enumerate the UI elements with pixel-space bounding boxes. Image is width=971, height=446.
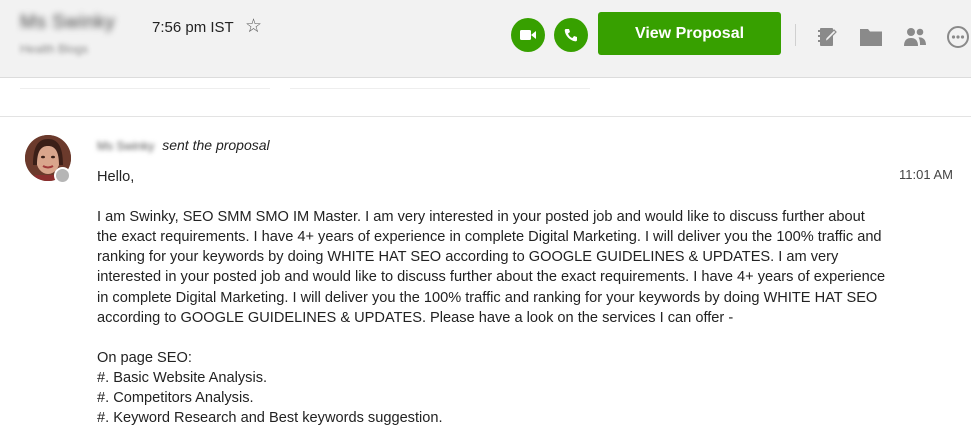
star-icon[interactable]: ☆ [245,15,262,38]
sender-name[interactable]: Ms Swinky [97,139,154,153]
divider-line [20,88,270,89]
more-button[interactable] [945,24,971,50]
presence-indicator [54,167,71,184]
services-list: On page SEO: #. Basic Website Analysis. … [97,348,887,428]
video-call-button[interactable] [511,18,545,52]
notes-icon [818,28,837,46]
contact-name[interactable]: Ms Swinky [20,12,115,34]
message-list-top-divider [0,78,971,117]
list-item: #. Keyword Research and Best keywords su… [97,410,443,427]
message-header: Ms Swinky sent the proposal [97,137,270,153]
message-body: Hello, I am Swinky, SEO SMM SMO IM Maste… [97,167,887,428]
ellipsis-icon [947,26,969,48]
notes-button[interactable] [814,24,840,50]
services-list-title: On page SEO: [97,349,192,366]
participants-button[interactable] [902,24,928,50]
contact-subtitle: Health Blogs [20,42,89,56]
view-proposal-button[interactable]: View Proposal [598,12,781,55]
list-item: #. Basic Website Analysis. [97,369,268,386]
list-item: #. Competitors Analysis. [97,390,254,407]
contact-local-time: 7:56 pm IST [152,19,234,36]
message-paragraph: I am Swinky, SEO SMM SMO IM Master. I am… [97,209,886,326]
video-camera-icon [520,30,536,40]
people-icon [904,28,926,46]
folder-icon [860,29,882,46]
conversation-header: Ms Swinky 7:56 pm IST ☆ Health Blogs Vie… [0,0,971,78]
message-action: sent the proposal [162,137,270,153]
divider-line [290,88,590,89]
toolbar-divider [795,24,796,46]
voice-call-button[interactable] [554,18,588,52]
message-timestamp: 11:01 AM [899,167,953,182]
files-button[interactable] [858,24,884,50]
phone-icon [564,29,577,42]
message-greeting: Hello, [97,169,135,185]
